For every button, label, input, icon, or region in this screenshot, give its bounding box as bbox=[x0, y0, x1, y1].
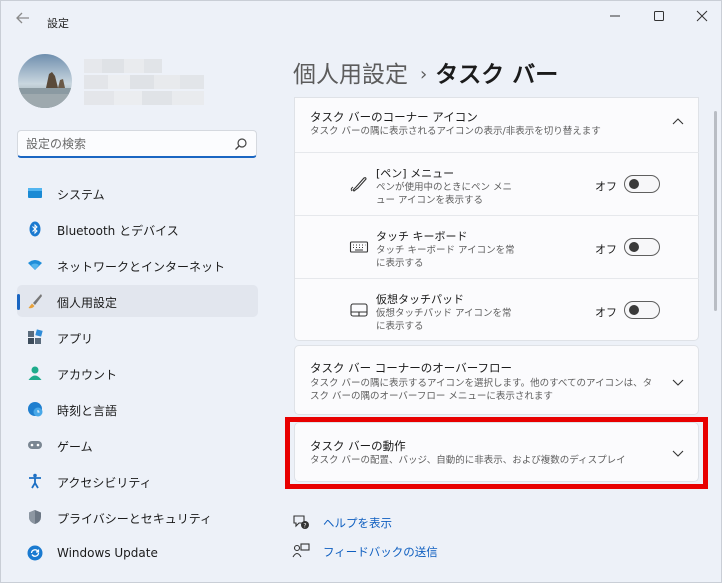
sidebar-item-personalization[interactable]: 個人用設定 bbox=[17, 285, 258, 317]
user-info-blurred bbox=[84, 59, 204, 105]
bluetooth-icon bbox=[29, 221, 41, 237]
sidebar-item-label: 時刻と言語 bbox=[57, 404, 118, 418]
settings-search-box[interactable] bbox=[17, 130, 257, 158]
sidebar-item-gaming[interactable]: ゲーム bbox=[17, 429, 258, 461]
sidebar-item-label: アクセシビリティ bbox=[57, 476, 152, 490]
help-icon: ? bbox=[293, 515, 309, 529]
pen-icon bbox=[350, 177, 367, 192]
sidebar-item-bluetooth[interactable]: Bluetooth とデバイス bbox=[17, 213, 258, 245]
sidebar-item-network[interactable]: ネットワークとインターネット bbox=[17, 249, 258, 281]
back-button[interactable] bbox=[13, 9, 33, 27]
search-input[interactable] bbox=[26, 135, 226, 153]
close-button[interactable] bbox=[684, 5, 720, 27]
gaming-icon bbox=[28, 441, 42, 449]
time-language-icon bbox=[28, 402, 43, 417]
touchpad-icon bbox=[350, 303, 368, 317]
breadcrumb-separator: › bbox=[420, 64, 428, 85]
windows-update-icon bbox=[27, 545, 43, 561]
toggle-knob bbox=[629, 305, 639, 315]
corner-icons-desc: タスク バーの隅に表示されるアイコンの表示/非表示を切り替えます bbox=[310, 126, 601, 137]
keyboard-icon bbox=[349, 241, 369, 253]
pen-menu-title: [ペン] メニュー bbox=[376, 167, 455, 180]
touch-keyboard-title: タッチ キーボード bbox=[376, 230, 468, 243]
pen-menu-toggle[interactable] bbox=[624, 175, 660, 193]
search-icon[interactable] bbox=[234, 137, 248, 151]
corner-icons-card: タスク バーのコーナー アイコン タスク バーの隅に表示されるアイコンの表示/非… bbox=[294, 97, 699, 341]
title-bar: 設定 bbox=[1, 1, 721, 33]
sidebar-item-label: ゲーム bbox=[57, 440, 93, 454]
sidebar-item-accessibility[interactable]: アクセシビリティ bbox=[17, 465, 258, 497]
accessibility-icon bbox=[29, 473, 41, 489]
virtual-touchpad-toggle[interactable] bbox=[624, 301, 660, 319]
feedback-link[interactable]: フィードバックの送信 bbox=[323, 544, 438, 560]
blurred-user-name-icon bbox=[84, 59, 204, 105]
page-title: タスク バー bbox=[435, 62, 559, 88]
sidebar-item-label: Bluetooth とデバイス bbox=[57, 224, 179, 238]
virtual-touchpad-row: 仮想タッチパッド 仮想タッチパッド アイコンを常に表示する オフ bbox=[295, 278, 699, 340]
maximize-button[interactable] bbox=[641, 5, 677, 27]
touch-keyboard-toggle[interactable] bbox=[624, 238, 660, 256]
scrollbar[interactable] bbox=[714, 111, 717, 311]
back-arrow-icon bbox=[16, 12, 29, 24]
personalization-icon bbox=[28, 294, 42, 309]
sidebar-item-accounts[interactable]: アカウント bbox=[17, 357, 258, 389]
pen-menu-desc: ペンが使用中のときにペン メニュー アイコンを表示する bbox=[376, 182, 513, 206]
touch-keyboard-toggle-state: オフ bbox=[595, 243, 617, 256]
privacy-shield-icon bbox=[29, 510, 41, 524]
corner-overflow-desc: タスク バーの隅に表示するアイコンを選択します。他のすべてのアイコンは、タスク … bbox=[310, 378, 653, 402]
feedback-icon bbox=[292, 543, 310, 558]
account-icon bbox=[28, 366, 42, 380]
sidebar-item-label: ネットワークとインターネット bbox=[57, 260, 226, 274]
avatar-photo-icon bbox=[18, 54, 72, 108]
sidebar-item-label: 個人用設定 bbox=[57, 296, 118, 310]
corner-icons-header[interactable]: タスク バーのコーナー アイコン タスク バーの隅に表示されるアイコンの表示/非… bbox=[295, 98, 699, 152]
app-title: 設定 bbox=[47, 17, 69, 30]
virtual-touchpad-toggle-state: オフ bbox=[595, 306, 617, 319]
sidebar-item-time-language[interactable]: 時刻と言語 bbox=[17, 393, 258, 425]
svg-text:?: ? bbox=[303, 522, 306, 529]
network-icon bbox=[28, 260, 42, 270]
sidebar-nav: システム Bluetooth とデバイス ネットワークとインターネット 個人用設… bbox=[17, 177, 258, 573]
sidebar-item-label: アプリ bbox=[57, 332, 94, 346]
chevron-up-icon[interactable] bbox=[672, 117, 684, 127]
toggle-knob bbox=[629, 242, 639, 252]
breadcrumb: 個人用設定 › タスク バー bbox=[293, 55, 559, 88]
chevron-down-icon[interactable] bbox=[672, 377, 684, 387]
toggle-knob bbox=[629, 179, 639, 189]
corner-icons-title: タスク バーのコーナー アイコン bbox=[310, 110, 478, 124]
sidebar-item-system[interactable]: システム bbox=[17, 177, 258, 209]
sidebar-item-label: アカウント bbox=[57, 368, 118, 382]
corner-overflow-card[interactable]: タスク バー コーナーのオーバーフロー タスク バーの隅に表示するアイコンを選択… bbox=[294, 345, 699, 415]
pen-menu-toggle-state: オフ bbox=[595, 180, 617, 193]
sidebar-item-label: プライバシーとセキュリティ bbox=[57, 512, 213, 526]
sidebar-item-privacy-security[interactable]: プライバシーとセキュリティ bbox=[17, 501, 258, 533]
sidebar-item-label: Windows Update bbox=[57, 546, 158, 560]
breadcrumb-parent[interactable]: 個人用設定 bbox=[293, 62, 408, 88]
maximize-icon bbox=[654, 11, 664, 21]
avatar[interactable] bbox=[18, 54, 72, 108]
settings-window: 設定 設定の検索 システム Bluetooth とデバイス ネットワークとインタ… bbox=[0, 0, 722, 583]
minimize-button[interactable] bbox=[597, 5, 633, 27]
sidebar-item-windows-update[interactable]: Windows Update bbox=[17, 537, 258, 569]
system-icon bbox=[28, 188, 42, 198]
corner-overflow-title: タスク バー コーナーのオーバーフロー bbox=[310, 361, 513, 375]
pen-menu-row: [ペン] メニュー ペンが使用中のときにペン メニュー アイコンを表示する オフ bbox=[295, 152, 699, 214]
sidebar-item-label: システム bbox=[57, 188, 105, 202]
highlight-annotation-box bbox=[285, 417, 708, 489]
virtual-touchpad-title: 仮想タッチパッド bbox=[376, 293, 464, 306]
touch-keyboard-row: タッチ キーボード タッチ キーボード アイコンを常に表示する オフ bbox=[295, 215, 699, 277]
close-icon bbox=[696, 10, 708, 22]
help-link[interactable]: ヘルプを表示 bbox=[323, 515, 392, 531]
virtual-touchpad-desc: 仮想タッチパッド アイコンを常に表示する bbox=[376, 308, 512, 332]
sidebar-item-apps[interactable]: アプリ bbox=[17, 321, 258, 353]
minimize-icon bbox=[610, 15, 620, 17]
touch-keyboard-desc: タッチ キーボード アイコンを常に表示する bbox=[376, 245, 515, 269]
apps-icon bbox=[28, 329, 43, 344]
